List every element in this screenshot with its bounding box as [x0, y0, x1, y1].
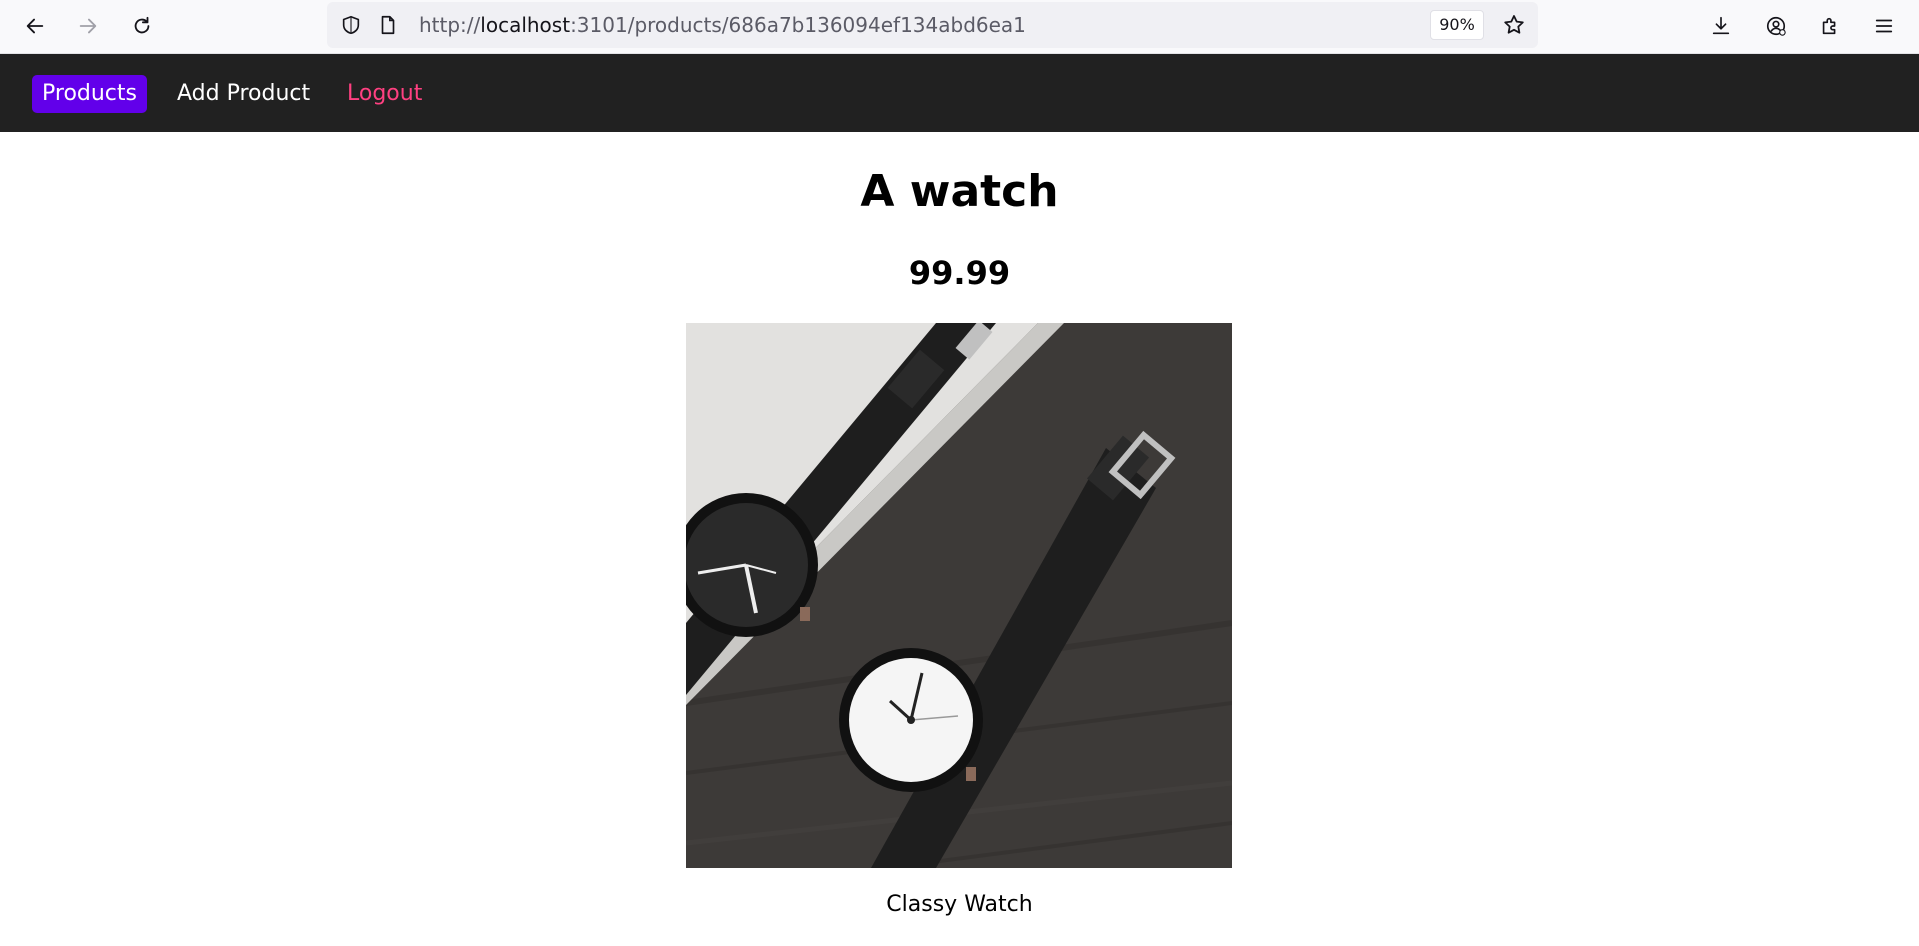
extensions-button[interactable] — [1812, 8, 1848, 44]
nav-link-add-product[interactable]: Add Product — [177, 75, 310, 113]
downloads-button[interactable] — [1703, 8, 1739, 44]
download-icon — [1712, 16, 1730, 35]
nav-link-logout[interactable]: Logout — [347, 75, 422, 113]
url-path: :3101/products/686a7b136094ef134abd6ea1 — [570, 13, 1026, 37]
arrow-right-icon — [79, 18, 97, 34]
url-bar[interactable]: http://localhost:3101/products/686a7b136… — [327, 2, 1538, 48]
url-host: localhost — [480, 13, 571, 37]
product-description: Classy Watch — [886, 892, 1033, 917]
hamburger-menu-icon — [1875, 19, 1893, 33]
bookmark-star-icon[interactable] — [1502, 13, 1526, 37]
product-price: 99.99 — [908, 254, 1011, 292]
zoom-level-badge[interactable]: 90% — [1430, 10, 1484, 40]
back-button[interactable] — [17, 8, 53, 44]
reload-button[interactable] — [124, 8, 160, 44]
menu-button[interactable] — [1866, 8, 1902, 44]
url-prefix: http:// — [419, 13, 481, 37]
shield-icon[interactable] — [340, 14, 362, 36]
forward-button[interactable] — [70, 8, 106, 44]
puzzle-piece-icon — [1822, 17, 1836, 35]
app-navbar: Products Add Product Logout — [0, 54, 1919, 132]
url-text[interactable]: http://localhost:3101/products/686a7b136… — [419, 14, 1026, 36]
page-icon[interactable] — [377, 14, 399, 36]
product-title: A watch — [860, 166, 1059, 217]
browser-toolbar: http://localhost:3101/products/686a7b136… — [0, 0, 1919, 54]
product-image — [686, 323, 1232, 868]
account-button[interactable] — [1758, 8, 1794, 44]
nav-link-products[interactable]: Products — [32, 75, 147, 113]
watches-photo — [686, 323, 1232, 868]
arrow-left-icon — [26, 18, 44, 34]
account-icon — [1766, 16, 1786, 36]
reload-icon — [134, 16, 150, 34]
